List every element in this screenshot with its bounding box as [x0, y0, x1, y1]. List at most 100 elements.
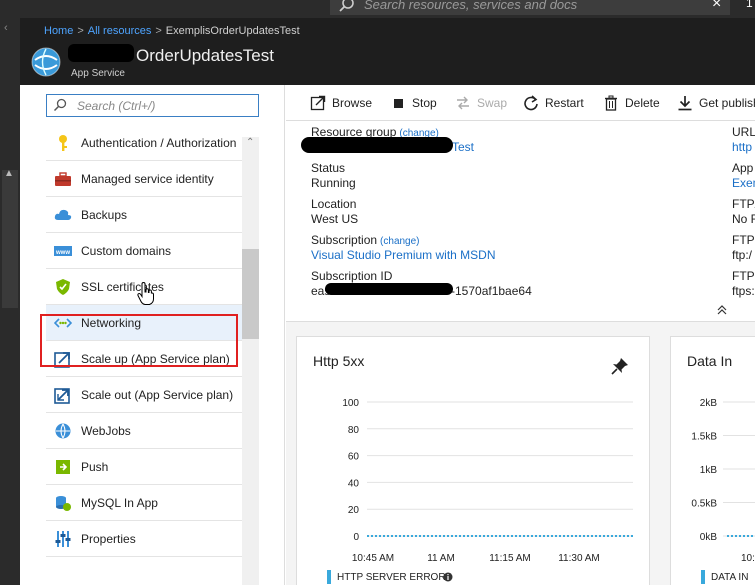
pin-icon[interactable]	[611, 357, 629, 375]
ftps-host-value: ftps:	[732, 284, 755, 298]
y-tick-label: 1kB	[700, 465, 718, 476]
status-value: Running	[311, 176, 356, 190]
menu-item-scale-out[interactable]: Scale out (App Service plan)	[46, 377, 243, 413]
y-tick-label: 0	[353, 532, 359, 543]
y-tick-label: 100	[342, 398, 359, 409]
chevron-left-icon[interactable]: ‹	[4, 22, 8, 34]
restart-icon	[524, 95, 538, 111]
y-tick-label: 80	[348, 425, 360, 436]
breadcrumb-separator: >	[155, 25, 162, 37]
menu-item-custom-domains[interactable]: www Custom domains	[46, 233, 243, 269]
mysql-icon	[56, 496, 71, 511]
menu-item-cut-bottom[interactable]	[46, 557, 243, 585]
monitoring-tiles: Http 5xx 0 20 40 60 80 100 10:45 AM 11 AM 11:15 …	[286, 321, 755, 585]
legend-swatch	[701, 570, 705, 584]
http5xx-tile[interactable]: Http 5xx 0 20 40 60 80 100 10:45 AM 11 AM 11:15 …	[296, 336, 650, 585]
app-plan-label: App	[732, 161, 754, 175]
strip-scrollbar[interactable]	[2, 170, 18, 308]
scale-out-icon	[54, 388, 70, 404]
breadcrumb-all-resources[interactable]: All resources	[88, 25, 152, 37]
ftp-host-label: FTP	[732, 233, 755, 247]
left-collapsed-strip: ‹ ▲	[0, 18, 20, 585]
x-tick-label: 10:45 AM	[352, 553, 394, 564]
global-search-input[interactable]: Search resources, services and docs	[330, 0, 730, 15]
search-icon	[339, 0, 354, 12]
subscription-label: Subscription (change)	[311, 233, 420, 247]
notification-badge[interactable]: 1	[746, 0, 753, 10]
key-icon	[59, 135, 67, 151]
page-title-text: OrderUpdatesTest	[136, 46, 274, 65]
breadcrumb-separator: >	[77, 25, 84, 37]
get-publish-label: Get publish	[699, 96, 755, 110]
http5xx-chart: 0 20 40 60 80 100 10:45 AM 11 AM 11:15 AM 11:30 A…	[342, 398, 633, 564]
tile-title: Data In	[687, 353, 733, 369]
redaction-mark	[301, 137, 453, 153]
x-tick-label: 11:15 AM	[489, 553, 531, 564]
breadcrumb: Home > All resources > ExemplisOrderUpdatesT…	[44, 25, 300, 37]
menu-item-webjobs[interactable]: WebJobs	[46, 413, 243, 449]
ftp-user-value: No F	[732, 212, 755, 226]
chevron-up-icon[interactable]: ▲	[4, 168, 14, 179]
stop-icon	[394, 99, 403, 108]
menu-item-label: Managed service identity	[81, 172, 214, 186]
browse-label: Browse	[332, 96, 373, 110]
datain-tile[interactable]: Data In 2kB 1.5kB 1kB 0.5kB 0kB 10:45 DATA IN	[670, 336, 755, 585]
menu-item-label: Backups	[81, 208, 128, 222]
menu-item-label: WebJobs	[81, 424, 131, 438]
menu-item-label: Push	[81, 460, 109, 474]
y-tick-label: 1.5kB	[691, 432, 717, 443]
menu-item-label: Properties	[81, 532, 136, 546]
properties-icon	[55, 531, 71, 547]
url-value[interactable]: http	[732, 140, 752, 154]
close-search-icon[interactable]: ×	[712, 0, 721, 13]
webjobs-icon	[55, 423, 71, 439]
app-plan-value[interactable]: Exem	[732, 176, 755, 190]
y-tick-label: 2kB	[700, 398, 718, 409]
menu-item-mysql[interactable]: MySQL In App	[46, 485, 243, 521]
menu-item-authentication[interactable]: Authentication / Authorization	[46, 125, 243, 161]
command-bar: Browse Stop Swap Restart Delete Get publ…	[286, 85, 755, 121]
subscription-value[interactable]: Visual Studio Premium with MSDN	[311, 248, 496, 262]
menu-item-label: Custom domains	[81, 244, 172, 258]
cloud-icon	[54, 209, 72, 220]
y-tick-label: 60	[348, 452, 360, 463]
x-tick-label: 11 AM	[427, 553, 455, 564]
collapse-essentials-icon[interactable]	[716, 304, 728, 316]
breadcrumb-home[interactable]: Home	[44, 25, 73, 37]
scrollbar-thumb[interactable]	[242, 249, 259, 339]
delete-label: Delete	[625, 96, 660, 110]
menu-item-label: Authentication / Authorization	[81, 136, 237, 150]
menu-search-box[interactable]	[46, 94, 259, 117]
menu-item-push[interactable]: Push	[46, 449, 243, 485]
stop-label: Stop	[412, 96, 437, 110]
redaction-mark	[68, 44, 134, 62]
breadcrumb-current: ExemplisOrderUpdatesTest	[165, 25, 300, 37]
global-search-placeholder: Search resources, services and docs	[364, 0, 578, 12]
ftp-host-value: ftp:/	[732, 248, 753, 262]
y-tick-label: 40	[348, 478, 360, 489]
info-icon[interactable]	[443, 572, 453, 582]
legend-label: HTTP SERVER ERRORS	[337, 572, 453, 583]
hand-cursor-icon	[137, 282, 154, 305]
menu-search-input[interactable]	[77, 97, 253, 114]
subscription-change-link[interactable]: (change)	[380, 236, 419, 247]
status-label: Status	[311, 161, 346, 175]
redaction-mark	[325, 283, 453, 295]
location-label: Location	[311, 197, 357, 211]
datain-chart: 2kB 1.5kB 1kB 0.5kB 0kB 10:45	[691, 398, 755, 564]
resource-header: Home > All resources > ExemplisOrderUpdatesT…	[20, 18, 755, 85]
y-tick-label: 0kB	[700, 532, 718, 543]
swap-label: Swap	[477, 96, 508, 110]
download-icon	[678, 96, 692, 111]
shield-icon	[56, 279, 70, 295]
menu-item-managed-identity[interactable]: Managed service identity	[46, 161, 243, 197]
menu-item-backups[interactable]: Backups	[46, 197, 243, 233]
subscription-id-value: -1570af1bae64	[451, 284, 532, 298]
external-link-icon	[310, 95, 326, 111]
highlight-annotation	[40, 314, 238, 367]
svg-text:www: www	[55, 250, 70, 256]
menu-item-properties[interactable]: Properties	[46, 521, 243, 557]
menu-item-label: Scale out (App Service plan)	[81, 388, 234, 402]
menu-scrollbar[interactable]: ⌃	[242, 137, 259, 585]
chevron-up-icon[interactable]: ⌃	[246, 137, 254, 148]
